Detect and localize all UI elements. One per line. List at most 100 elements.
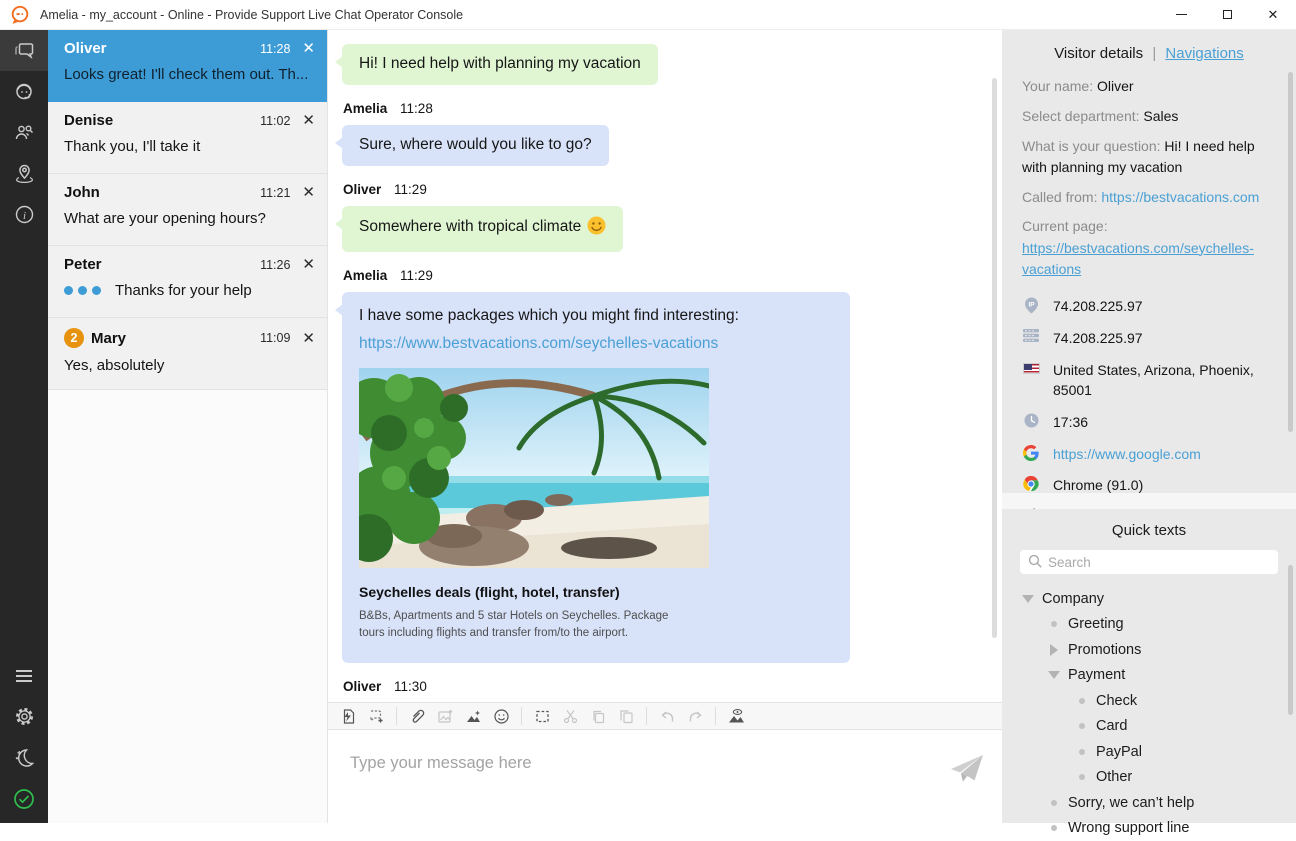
us-flag-icon: [1023, 363, 1040, 374]
message-input[interactable]: [328, 730, 946, 823]
sidebar-item-visitors[interactable]: [0, 112, 48, 153]
chat-list-item-peter[interactable]: Peter 11:26 ✕ Thanks for your help: [48, 246, 327, 318]
message-header: Oliver 11:30: [343, 679, 1002, 694]
leaf-bullet-icon: [1051, 800, 1057, 806]
referrer-link[interactable]: https://www.google.com: [1053, 444, 1201, 465]
current-page-link[interactable]: https://bestvacations.com/seychelles-vac…: [1022, 240, 1254, 277]
tree-node-sorry[interactable]: Sorry, we can’t help: [1018, 790, 1280, 816]
message-time: 11:30: [394, 679, 427, 694]
close-chat-icon[interactable]: ✕: [302, 257, 315, 272]
smiley-emoji-icon: [587, 216, 606, 235]
paste-icon: [614, 705, 638, 727]
sidebar-item-geo-map[interactable]: [0, 153, 48, 194]
field-your-name: Your name: Oliver: [1022, 76, 1276, 97]
attach-file-icon[interactable]: [405, 705, 429, 727]
details-panel: Visitor details | Navigations Your name:…: [1002, 30, 1296, 823]
menu-icon: [13, 667, 35, 685]
field-current-page: Current page: https://bestvacations.com/…: [1022, 216, 1276, 280]
chat-list-item-mary[interactable]: 2 Mary 11:09 ✕ Yes, absolutely: [48, 318, 327, 390]
chrome-icon: [1023, 476, 1039, 492]
leaf-bullet-icon: [1079, 723, 1085, 729]
tree-node-greeting[interactable]: Greeting: [1018, 612, 1280, 638]
tree-node-paypal[interactable]: PayPal: [1018, 739, 1280, 765]
close-chat-icon[interactable]: ✕: [302, 185, 315, 200]
sidebar-item-chats[interactable]: [0, 30, 48, 71]
quick-text-icon[interactable]: [336, 705, 360, 727]
image-edit-icon[interactable]: [461, 705, 485, 727]
info-row-ip: IP 74.208.225.97: [1022, 296, 1276, 317]
quick-texts-scrollbar[interactable]: [1288, 565, 1293, 715]
google-icon: [1023, 445, 1039, 461]
message-text: Hi! I need help with planning my vacatio…: [359, 55, 641, 72]
called-from-link[interactable]: https://bestvacations.com: [1101, 189, 1259, 205]
visitor-details-scrollbar[interactable]: [1288, 72, 1293, 432]
chat-time: 11:09: [260, 331, 302, 345]
leaf-bullet-icon: [1079, 698, 1085, 704]
operator-message-with-link-preview: I have some packages which you might fin…: [342, 292, 850, 663]
emoji-icon[interactable]: [489, 705, 513, 727]
message-text: Sure, where would you like to go?: [359, 136, 592, 153]
message-author: Amelia: [343, 101, 387, 116]
tree-node-other[interactable]: Other: [1018, 765, 1280, 791]
chat-list: Oliver 11:28 ✕ Looks great! I'll check t…: [48, 30, 328, 823]
composer-toolbar: [328, 702, 1002, 730]
send-button[interactable]: [948, 752, 986, 786]
message-text: I have some packages which you might fin…: [359, 306, 833, 327]
maximize-button[interactable]: [1204, 0, 1250, 30]
chat-list-item-denise[interactable]: Denise 11:02 ✕ Thank you, I'll take it: [48, 102, 327, 174]
tree-node-company[interactable]: Company: [1018, 586, 1280, 612]
chat-list-item-john[interactable]: John 11:21 ✕ What are your opening hours…: [48, 174, 327, 246]
info-row-referrer: https://www.google.com: [1022, 444, 1276, 465]
expand-icon[interactable]: [1050, 644, 1058, 656]
link-preview-description: B&Bs, Apartments and 5 star Hotels on Se…: [359, 608, 671, 644]
sidebar-item-operators[interactable]: [0, 71, 48, 112]
tree-node-card[interactable]: Card: [1018, 714, 1280, 740]
leaf-bullet-icon: [1079, 774, 1085, 780]
chat-preview: Thank you, I'll take it: [64, 138, 315, 155]
quick-texts-section: Quick texts Company Greeting Promotions: [1002, 509, 1296, 823]
chat-visitor-name: Peter: [64, 256, 102, 273]
message-header: Amelia 11:28: [343, 101, 1002, 116]
minimize-button[interactable]: [1158, 0, 1204, 30]
message-text: Somewhere with tropical climate: [359, 218, 581, 235]
tree-node-promotions[interactable]: Promotions: [1018, 637, 1280, 663]
chat-time: 11:28: [260, 42, 302, 56]
sidebar-item-night-mode[interactable]: [0, 737, 48, 778]
close-button[interactable]: ✕: [1250, 0, 1296, 30]
chat-list-item-oliver[interactable]: Oliver 11:28 ✕ Looks great! I'll check t…: [48, 30, 327, 102]
close-chat-icon[interactable]: ✕: [302, 41, 315, 56]
select-area-icon[interactable]: [530, 705, 554, 727]
tree-node-payment[interactable]: Payment: [1018, 663, 1280, 689]
app-sidebar: i: [0, 30, 48, 823]
sidebar-item-menu[interactable]: [0, 655, 48, 696]
tree-node-check[interactable]: Check: [1018, 688, 1280, 714]
chat-time: 11:21: [260, 186, 302, 200]
quick-texts-search-input[interactable]: [1020, 550, 1278, 574]
message-link[interactable]: https://www.bestvacations.com/seychelles…: [359, 334, 718, 355]
redo-icon: [683, 705, 707, 727]
message-time: 11:29: [400, 268, 433, 283]
field-called-from: Called from: https://bestvacations.com: [1022, 187, 1276, 208]
tree-node-wrong-line[interactable]: Wrong support line: [1018, 816, 1280, 841]
leaf-bullet-icon: [1079, 749, 1085, 755]
sidebar-item-info[interactable]: i: [0, 194, 48, 235]
undo-icon: [655, 705, 679, 727]
tab-navigations[interactable]: Navigations: [1165, 45, 1243, 62]
add-quick-text-icon[interactable]: [364, 705, 388, 727]
seychelles-photo[interactable]: [359, 368, 709, 568]
quick-texts-search: [1020, 550, 1278, 574]
image-preview-icon[interactable]: [724, 705, 748, 727]
close-chat-icon[interactable]: ✕: [302, 113, 315, 128]
chat-visitor-name: Oliver: [64, 40, 107, 57]
local-time-icon: [1024, 413, 1039, 428]
sidebar-item-settings[interactable]: [0, 696, 48, 737]
sidebar-item-online-status[interactable]: [0, 778, 48, 819]
collapse-icon[interactable]: [1048, 671, 1060, 679]
collapse-icon[interactable]: [1022, 595, 1034, 603]
link-preview-title[interactable]: Seychelles deals (flight, hotel, transfe…: [359, 583, 833, 602]
message-header: Amelia 11:29: [343, 268, 1002, 283]
leaf-bullet-icon: [1051, 621, 1057, 627]
tab-visitor-details[interactable]: Visitor details: [1054, 45, 1143, 62]
close-chat-icon[interactable]: ✕: [302, 331, 315, 346]
message-history-scrollbar[interactable]: [992, 78, 997, 638]
